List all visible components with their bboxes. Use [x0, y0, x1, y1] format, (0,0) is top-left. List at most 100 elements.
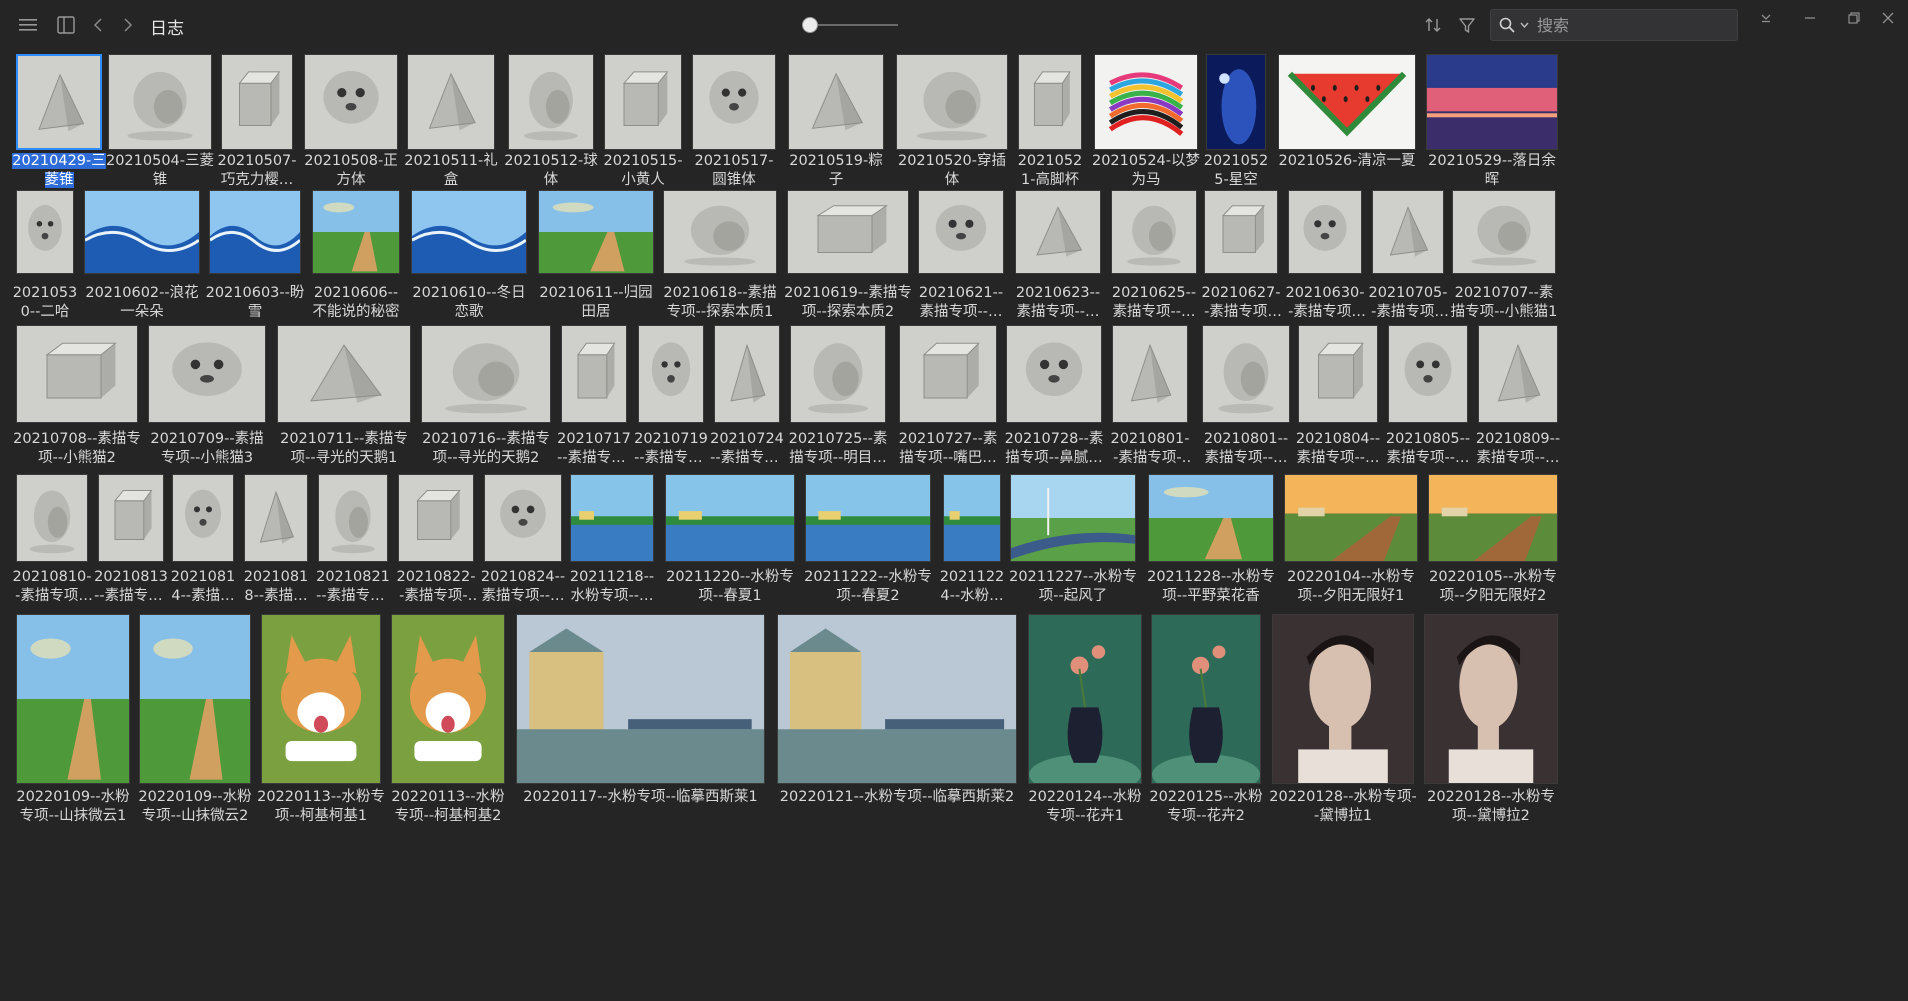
artwork-thumbnail[interactable] — [1111, 190, 1197, 274]
journal-entry-tile[interactable]: 20220109--水粉专项--山抹微云1 — [16, 614, 130, 828]
journal-entry-tile[interactable]: 20210606--不能说的秘密 — [312, 190, 400, 324]
journal-entry-tile[interactable]: 20210801--素描专项--耳朵 — [1110, 325, 1190, 470]
filter-icon[interactable] — [1454, 12, 1480, 38]
artwork-thumbnail[interactable] — [398, 474, 474, 562]
journal-entry-tile[interactable]: 20211222--水粉专项--春夏2 — [804, 474, 932, 608]
chevron-right-icon[interactable] — [118, 12, 138, 38]
artwork-thumbnail[interactable] — [1028, 614, 1142, 784]
artwork-thumbnail[interactable] — [899, 325, 997, 423]
journal-entry-tile[interactable]: 20210521-高脚杯 — [1018, 54, 1082, 192]
sort-icon[interactable] — [1420, 12, 1446, 38]
artwork-thumbnail[interactable] — [692, 54, 776, 150]
journal-entry-tile[interactable]: 20220121--水粉专项--临摹西斯莱2 — [777, 614, 1017, 828]
artwork-thumbnail[interactable] — [209, 190, 301, 274]
artwork-thumbnail[interactable] — [318, 474, 388, 562]
journal-entry-tile[interactable]: 20211218--水粉专项--湖光山色 — [570, 474, 654, 608]
artwork-thumbnail[interactable] — [665, 474, 795, 562]
journal-entry-tile[interactable]: 20210621--素描专项--伊伴小狗 — [918, 190, 1004, 324]
journal-entry-tile[interactable]: 20210504-三菱锥 — [106, 54, 214, 192]
journal-entry-tile[interactable]: 20210724--素描专项--小船 — [710, 325, 784, 470]
journal-entry-tile[interactable]: 20210809--素描专项--人像 — [1476, 325, 1560, 470]
journal-entry-tile[interactable]: 20210515-小黄人 — [603, 54, 683, 192]
journal-entry-tile[interactable]: 20210530--二哈 — [13, 190, 77, 324]
sidebar-toggle-icon[interactable] — [54, 12, 78, 38]
journal-entry-tile[interactable]: 20210520-穿插体 — [896, 54, 1008, 192]
artwork-thumbnail[interactable] — [787, 190, 909, 274]
journal-entry-tile[interactable]: 20210719--素描专项--小船 — [634, 325, 708, 470]
artwork-thumbnail[interactable] — [407, 54, 495, 150]
artwork-thumbnail[interactable] — [1272, 614, 1414, 784]
artwork-thumbnail[interactable] — [139, 614, 251, 784]
journal-entry-tile[interactable]: 20210627--素描专项--小熊猫 — [1201, 190, 1281, 324]
journal-entry-tile[interactable]: 20211224--水粉专项 — [940, 474, 1004, 608]
artwork-thumbnail[interactable] — [411, 190, 527, 274]
journal-entry-tile[interactable]: 20211220--水粉专项--春夏1 — [665, 474, 795, 608]
journal-entry-tile[interactable]: 20210813--素描专项--人像 — [94, 474, 168, 608]
journal-entry-tile[interactable]: 20220113--水粉专项--柯基柯基2 — [391, 614, 505, 828]
zoom-slider-thumb[interactable] — [801, 17, 818, 33]
artwork-thumbnail[interactable] — [1018, 54, 1082, 150]
artwork-thumbnail[interactable] — [1015, 190, 1101, 274]
artwork-thumbnail[interactable] — [1151, 614, 1261, 784]
close-icon[interactable] — [1868, 6, 1908, 30]
journal-entry-tile[interactable]: 20210708--素描专项--小熊猫2 — [13, 325, 141, 470]
artwork-thumbnail[interactable] — [16, 474, 88, 562]
artwork-thumbnail[interactable] — [391, 614, 505, 784]
journal-entry-tile[interactable]: 20210709--素描专项--小熊猫3 — [148, 325, 266, 470]
artwork-thumbnail[interactable] — [1298, 325, 1378, 423]
zoom-slider[interactable] — [796, 14, 898, 36]
journal-entry-tile[interactable]: 20220128--水粉专项--黛博拉2 — [1424, 614, 1558, 828]
artwork-thumbnail[interactable] — [98, 474, 164, 562]
artwork-thumbnail[interactable] — [1148, 474, 1274, 562]
journal-entry-tile[interactable]: 20210707--素描专项--小熊猫1 — [1451, 190, 1557, 324]
artwork-thumbnail[interactable] — [1204, 190, 1278, 274]
journal-entry-tile[interactable]: 20210818--素描专项--人像 — [244, 474, 308, 608]
artwork-thumbnail[interactable] — [538, 190, 654, 274]
artwork-thumbnail[interactable] — [1006, 325, 1102, 423]
journal-entry-tile[interactable]: 20210512-球体 — [504, 54, 598, 192]
artwork-thumbnail[interactable] — [788, 54, 884, 150]
journal-entry-tile[interactable]: 20210529--落日余晖 — [1426, 54, 1558, 192]
journal-entry-tile[interactable]: 20210525-星空 — [1204, 54, 1268, 192]
journal-entry-tile[interactable]: 20220125--水粉专项--花卉2 — [1149, 614, 1263, 828]
journal-entry-tile[interactable]: 20210805--素描专项--人像 — [1386, 325, 1470, 470]
chevron-left-icon[interactable] — [88, 12, 108, 38]
journal-entry-tile[interactable]: 20210705--素描专项--小熊猫 — [1368, 190, 1448, 324]
journal-entry-tile[interactable]: 20220109--水粉专项--山抹微云2 — [138, 614, 252, 828]
journal-entry-tile[interactable]: 20210524-以梦为马 — [1092, 54, 1200, 192]
artwork-thumbnail[interactable] — [172, 474, 234, 562]
artwork-thumbnail[interactable] — [84, 190, 200, 274]
search-box[interactable] — [1490, 9, 1738, 41]
journal-entry-tile[interactable]: 20210625--素描专项--伊伴小狗 — [1111, 190, 1197, 324]
journal-entry-tile[interactable]: 20210508-正方体 — [304, 54, 398, 192]
artwork-thumbnail[interactable] — [16, 190, 74, 274]
artwork-thumbnail[interactable] — [663, 190, 777, 274]
journal-entry-tile[interactable]: 20210610--冬日恋歌 — [411, 190, 527, 324]
journal-entry-tile[interactable]: 20210526-清凉一夏 — [1278, 54, 1416, 192]
artwork-thumbnail[interactable] — [790, 325, 886, 423]
journal-entry-tile[interactable]: 20210727--素描专项--嘴巴嘟嘟 — [899, 325, 997, 470]
artwork-thumbnail[interactable] — [16, 614, 130, 784]
journal-entry-tile[interactable]: 20210716--素描专项--寻光的天鹅2 — [421, 325, 551, 470]
journal-entry-tile[interactable]: 20220124--水粉专项--花卉1 — [1028, 614, 1142, 828]
journal-entry-tile[interactable]: 20211228--水粉专项--平野菜花香 — [1147, 474, 1275, 608]
artwork-thumbnail[interactable] — [1452, 190, 1556, 274]
artwork-thumbnail[interactable] — [604, 54, 682, 150]
journal-entry-tile[interactable]: 20210728--素描专项--鼻腻鹅脂 — [1005, 325, 1103, 470]
artwork-thumbnail[interactable] — [1278, 54, 1416, 150]
journal-entry-tile[interactable]: 20220105--水粉专项--夕阳无限好2 — [1428, 474, 1558, 608]
artwork-thumbnail[interactable] — [1202, 325, 1290, 423]
journal-entry-tile[interactable]: 20210725--素描专项--明目疏眉 — [789, 325, 887, 470]
journal-entry-tile[interactable]: 20210611--归园田居 — [538, 190, 654, 324]
artwork-thumbnail[interactable] — [1478, 325, 1558, 423]
journal-entry-tile[interactable]: 20220104--水粉专项--夕阳无限好1 — [1284, 474, 1418, 608]
journal-entry-tile[interactable]: 20210603--盼雪 — [206, 190, 304, 324]
journal-entry-tile[interactable]: 20211227--水粉专项--起风了 — [1009, 474, 1137, 608]
artwork-thumbnail[interactable] — [714, 325, 780, 423]
journal-entry-tile[interactable]: 20210810--素描专项--人像 — [12, 474, 92, 608]
artwork-thumbnail[interactable] — [1424, 614, 1558, 784]
journal-entry-tile[interactable]: 20210804--素描专项--人像 — [1296, 325, 1380, 470]
artwork-thumbnail[interactable] — [312, 190, 400, 274]
artwork-thumbnail[interactable] — [304, 54, 398, 150]
artwork-thumbnail[interactable] — [1284, 474, 1418, 562]
